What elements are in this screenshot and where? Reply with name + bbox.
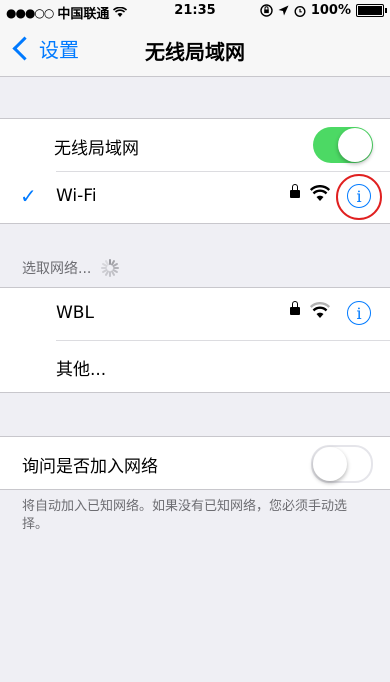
lock-icon [290, 301, 300, 315]
wifi-toggle-switch[interactable] [313, 127, 373, 163]
info-icon[interactable]: i [347, 301, 371, 325]
alarm-icon [294, 5, 306, 17]
lock-icon [290, 184, 300, 198]
highlight-circle [336, 174, 382, 220]
other-network-label: 其他... [56, 360, 107, 380]
ask-join-row: 询问是否加入网络 [0, 437, 390, 489]
ask-join-footer: 将自动加入已知网络。如果没有已知网络，您必须手动选择。 [22, 499, 348, 532]
loading-spinner-icon [101, 259, 120, 277]
rotation-lock-icon [260, 4, 273, 17]
network-row-other[interactable]: 其他... [0, 340, 390, 392]
battery-percent: 100% [310, 3, 351, 18]
checkmark-icon: ✓ [20, 184, 37, 208]
status-bar: ●●●○○ 中国联通 21:35 100% [0, 0, 390, 22]
ask-join-group: 询问是否加入网络 [0, 436, 390, 490]
status-right: 100% [260, 3, 387, 18]
choose-network-header: 选取网络... [22, 258, 120, 278]
connected-network-row[interactable]: ✓ Wi-Fi i [0, 171, 390, 223]
toggle-knob [338, 128, 372, 162]
wifi-toggle-group: 无线局域网 ✓ Wi-Fi i [0, 118, 390, 224]
battery-icon [356, 4, 387, 17]
ask-join-toggle-switch[interactable] [311, 445, 373, 483]
wifi-toggle-row: 无线局域网 [0, 119, 390, 171]
toggle-knob [313, 447, 347, 481]
network-name: WBL [56, 303, 94, 323]
location-icon [278, 5, 289, 16]
wifi-toggle-label: 无线局域网 [54, 139, 139, 159]
wifi-signal-icon [310, 185, 330, 201]
connected-network-name: Wi-Fi [56, 186, 97, 206]
ask-join-label: 询问是否加入网络 [22, 457, 158, 477]
network-row-wbl[interactable]: WBL i [0, 288, 390, 340]
network-list: WBL i 其他... [0, 287, 390, 393]
page-title: 无线局域网 [145, 40, 245, 64]
navigation-bar: 设置 无线局域网 [0, 22, 390, 77]
wifi-signal-icon [310, 302, 330, 318]
choose-network-label: 选取网络... [22, 261, 92, 277]
